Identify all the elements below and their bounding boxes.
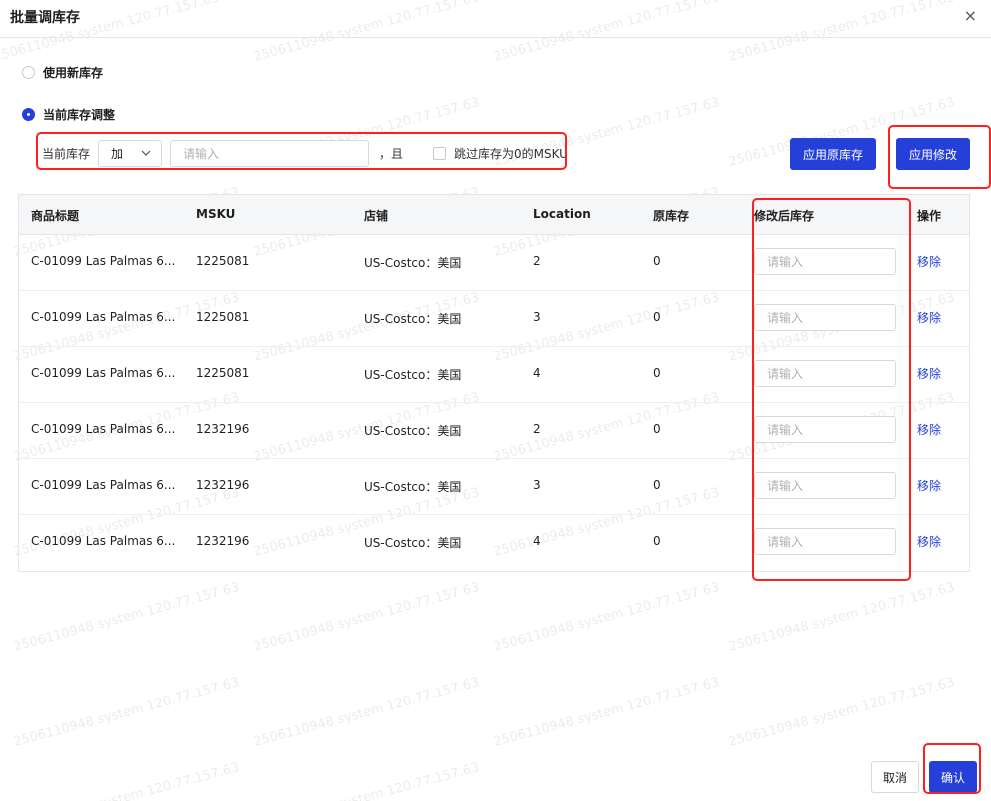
column-header-title: 商品标题 [31, 209, 80, 223]
cell-msku: 1232196 [196, 534, 250, 548]
apply-original-stock-button[interactable]: 应用原库存 [790, 138, 876, 170]
column-header-location: Location [533, 207, 591, 221]
cell-shop: US-Costco：美国 [364, 256, 462, 270]
table-row: C-01099 Las Palmas 6... 1225081 US-Costc… [19, 291, 969, 347]
cell-msku: 1232196 [196, 422, 250, 436]
dialog-header: 批量调库存 × [0, 0, 991, 38]
modified-stock-input[interactable]: 请输入 [754, 472, 896, 499]
column-header-actions: 操作 [917, 209, 942, 223]
cell-location: 2 [533, 254, 541, 268]
modified-stock-input[interactable]: 请输入 [754, 248, 896, 275]
cell-title: C-01099 Las Palmas 6... [31, 534, 176, 548]
watermark: 2506110948 system 120.77.157.63 [252, 675, 482, 750]
close-icon[interactable]: × [964, 6, 977, 25]
watermark: 2506110948 system 120.77.157.63 [12, 580, 242, 655]
watermark: 2506110948 system 120.77.157.63 [12, 675, 242, 750]
cell-shop: US-Costco：美国 [364, 480, 462, 494]
column-header-msku: MSKU [196, 207, 236, 221]
table-row: C-01099 Las Palmas 6... 1232196 US-Costc… [19, 515, 969, 571]
cell-original-stock: 0 [653, 254, 661, 268]
modified-stock-input[interactable]: 请输入 [754, 304, 896, 331]
watermark: 2506110948 system 120.77.157.63 [727, 580, 957, 655]
watermark: 2506110948 system 120.77.157.63 [12, 760, 242, 801]
cell-title: C-01099 Las Palmas 6... [31, 254, 176, 268]
cell-title: C-01099 Las Palmas 6... [31, 310, 176, 324]
cell-location: 4 [533, 534, 541, 548]
cell-location: 3 [533, 310, 541, 324]
stock-table: 商品标题 MSKU 店铺 Location 原库存 修改后库存 操作 C-010… [18, 194, 970, 572]
amount-input[interactable]: 请输入 [170, 140, 370, 167]
cell-shop: US-Costco：美国 [364, 424, 462, 438]
cell-location: 4 [533, 366, 541, 380]
cell-original-stock: 0 [653, 478, 661, 492]
cell-shop: US-Costco：美国 [364, 536, 462, 550]
cell-location: 2 [533, 422, 541, 436]
confirm-button[interactable]: 确认 [929, 761, 977, 793]
remove-link[interactable]: 移除 [917, 253, 941, 270]
conjunction-text: ，且 [379, 147, 404, 161]
remove-link[interactable]: 移除 [917, 533, 941, 550]
radio-use-new-stock[interactable]: 使用新库存 [22, 64, 103, 81]
cell-msku: 1225081 [196, 254, 250, 268]
cell-shop: US-Costco：美国 [364, 368, 462, 382]
radio-label: 使用新库存 [43, 66, 104, 80]
table-row: C-01099 Las Palmas 6... 1225081 US-Costc… [19, 347, 969, 403]
remove-link[interactable]: 移除 [917, 477, 941, 494]
watermark: 2506110948 system 120.77.157.63 [252, 760, 482, 801]
watermark: 2506110948 system 120.77.157.63 [492, 675, 722, 750]
table-row: C-01099 Las Palmas 6... 1232196 US-Costc… [19, 403, 969, 459]
column-header-modified-stock: 修改后库存 [754, 209, 815, 223]
cancel-button[interactable]: 取消 [871, 761, 919, 793]
remove-link[interactable]: 移除 [917, 421, 941, 438]
dialog-title: 批量调库存 [10, 10, 80, 26]
radio-adjust-current-stock[interactable]: 当前库存调整 [22, 106, 115, 123]
column-header-original-stock: 原库存 [653, 209, 690, 223]
cell-title: C-01099 Las Palmas 6... [31, 366, 176, 380]
table-row: C-01099 Las Palmas 6... 1232196 US-Costc… [19, 459, 969, 515]
cell-location: 3 [533, 478, 541, 492]
modified-stock-input[interactable]: 请输入 [754, 360, 896, 387]
remove-link[interactable]: 移除 [917, 365, 941, 382]
cell-title: C-01099 Las Palmas 6... [31, 422, 176, 436]
cell-original-stock: 0 [653, 310, 661, 324]
cell-original-stock: 0 [653, 366, 661, 380]
watermark: 2506110948 system 120.77.157.63 [727, 675, 957, 750]
radio-label: 当前库存调整 [43, 108, 116, 122]
skip-zero-label: 跳过库存为0的MSKU [454, 147, 568, 161]
radio-circle[interactable] [22, 66, 35, 79]
watermark: 2506110948 system 120.77.157.63 [252, 580, 482, 655]
operator-select[interactable]: 加 [98, 140, 163, 167]
cell-original-stock: 0 [653, 422, 661, 436]
modified-stock-input[interactable]: 请输入 [754, 528, 896, 555]
cell-msku: 1225081 [196, 366, 250, 380]
cell-title: C-01099 Las Palmas 6... [31, 478, 176, 492]
chevron-down-icon [141, 148, 151, 159]
watermark: 2506110948 system 120.77.157.63 [492, 580, 722, 655]
skip-zero-checkbox[interactable] [433, 147, 447, 160]
cell-msku: 1232196 [196, 478, 250, 492]
column-header-shop: 店铺 [364, 209, 389, 223]
adjust-controls: 当前库存 加 请输入 ，且 跳过库存为0的MSKU [42, 140, 568, 167]
cell-msku: 1225081 [196, 310, 250, 324]
adjust-label: 当前库存 [42, 147, 91, 161]
modified-stock-input[interactable]: 请输入 [754, 416, 896, 443]
table-header: 商品标题 MSKU 店铺 Location 原库存 修改后库存 操作 [19, 195, 969, 235]
operator-value: 加 [111, 147, 124, 161]
cell-original-stock: 0 [653, 534, 661, 548]
cell-shop: US-Costco：美国 [364, 312, 462, 326]
apply-modify-button[interactable]: 应用修改 [896, 138, 970, 170]
table-row: C-01099 Las Palmas 6... 1225081 US-Costc… [19, 235, 969, 291]
remove-link[interactable]: 移除 [917, 309, 941, 326]
radio-circle-selected[interactable] [22, 108, 35, 121]
